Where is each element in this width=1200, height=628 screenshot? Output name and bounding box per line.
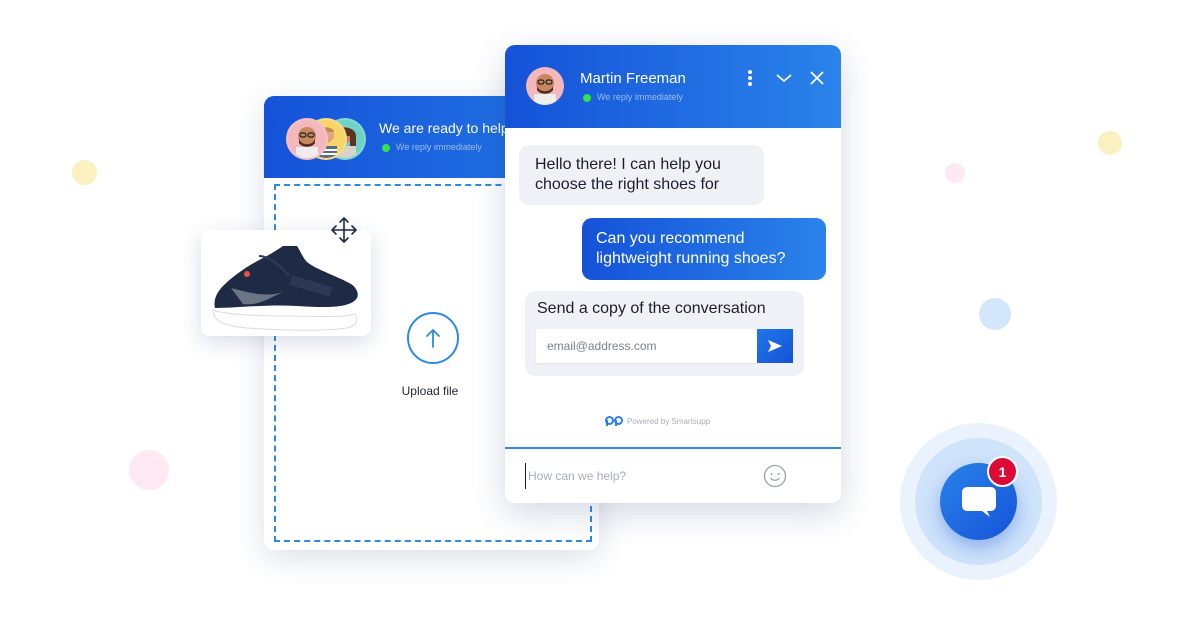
- smartsupp-logo-icon: [605, 416, 623, 426]
- agent-status: We reply immediately: [583, 92, 683, 102]
- more-options-icon: [748, 70, 752, 86]
- send-arrow-icon: [768, 340, 782, 352]
- agent-message: Hello there! I can help you choose the r…: [519, 145, 764, 205]
- upload-button[interactable]: [407, 312, 459, 364]
- email-transcript-card: Send a copy of the conversation: [525, 291, 804, 376]
- composer-divider: [505, 447, 841, 449]
- minimize-chevron-icon: [776, 74, 792, 83]
- upload-arrow-icon: [426, 329, 440, 348]
- powered-by-text: Powered by Smartsupp: [627, 416, 711, 426]
- chat-window: Martin Freeman We reply immediately Hell…: [505, 45, 841, 503]
- smiley-icon[interactable]: [763, 464, 787, 488]
- email-send-button[interactable]: [757, 329, 793, 363]
- chat-header: Martin Freeman We reply immediately: [505, 45, 841, 128]
- decor-dot-blue-right: [979, 298, 1011, 330]
- team-avatar-1: [286, 118, 328, 160]
- message-composer-input[interactable]: [525, 463, 750, 489]
- agent-status-text: We reply immediately: [597, 92, 683, 102]
- close-button[interactable]: [806, 67, 828, 89]
- decor-dot-yellow-left: [72, 160, 97, 185]
- visitor-message: Can you recommend lightweight running sh…: [582, 218, 826, 280]
- upload-panel-status: We reply immediately: [382, 142, 482, 152]
- email-input[interactable]: [536, 329, 757, 363]
- decor-dot-pink-right: [945, 163, 965, 183]
- chat-bubble-icon: [961, 486, 996, 517]
- move-icon[interactable]: [329, 215, 359, 245]
- agent-name: Martin Freeman: [580, 70, 686, 87]
- close-icon: [810, 71, 824, 85]
- upload-panel-status-text: We reply immediately: [396, 142, 482, 152]
- unread-badge: 1: [987, 456, 1018, 487]
- product-image-card[interactable]: [201, 230, 371, 336]
- more-options-button[interactable]: [739, 67, 761, 89]
- powered-by[interactable]: Powered by Smartsupp: [605, 416, 710, 426]
- minimize-button[interactable]: [773, 67, 795, 89]
- online-indicator-icon: [382, 143, 390, 152]
- upload-panel-title: We are ready to help: [379, 120, 509, 136]
- email-card-title: Send a copy of the conversation: [537, 300, 766, 317]
- decor-dot-pink-left: [129, 450, 169, 490]
- running-shoe-image: [212, 246, 358, 331]
- file-drop-zone-edge: [590, 506, 594, 542]
- online-indicator-icon: [583, 93, 591, 102]
- team-avatars: [286, 118, 366, 160]
- upload-label: Upload file: [401, 384, 459, 398]
- agent-avatar: [526, 67, 564, 105]
- decor-dot-yellow-right: [1098, 131, 1122, 155]
